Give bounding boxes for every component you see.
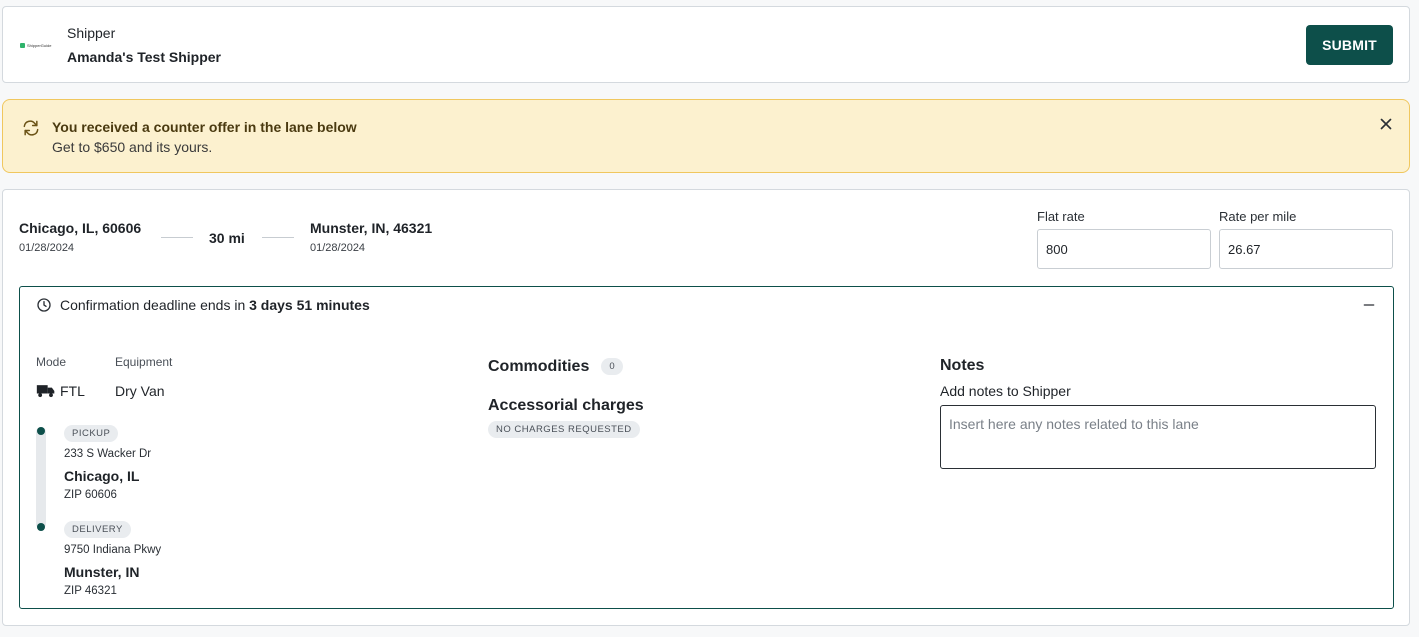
commodities-count-badge: 0 (601, 358, 623, 375)
accessorial-title: Accessorial charges (488, 397, 644, 414)
notes-title: Notes (940, 357, 985, 374)
notes-textarea[interactable] (940, 405, 1376, 469)
stops-timeline (36, 427, 46, 529)
clock-icon (37, 298, 51, 312)
alert-title: You received a counter offer in the lane… (52, 119, 357, 135)
delivery-dot (37, 523, 45, 531)
equipment-label: Equipment (115, 355, 173, 369)
company-logo: ShipperGuide (20, 42, 60, 49)
pickup-dot (37, 427, 45, 435)
delivery-street: 9750 Indiana Pkwy (64, 544, 162, 556)
shipper-label: Shipper (67, 25, 116, 41)
close-icon[interactable] (1377, 115, 1395, 133)
deadline-prefix: Confirmation deadline ends in (60, 297, 250, 313)
confirmation-deadline: Confirmation deadline ends in 3 days 51 … (60, 297, 370, 313)
route-line-left (161, 237, 193, 238)
rate-per-mile-input[interactable] (1219, 229, 1393, 269)
alert-message: Get to $650 and its yours. (52, 139, 213, 155)
origin-date: 01/28/2024 (19, 242, 75, 254)
truck-icon (36, 385, 55, 398)
pickup-tag: PICKUP (64, 425, 119, 442)
origin-city: Chicago, IL, 60606 (19, 220, 142, 236)
delivery-zip: ZIP 46321 (64, 585, 117, 597)
shipper-name: Amanda's Test Shipper (67, 49, 221, 65)
counter-offer-alert: You received a counter offer in the lane… (2, 99, 1410, 173)
flat-rate-input[interactable] (1037, 229, 1211, 269)
destination-city: Munster, IN, 46321 (310, 220, 433, 236)
equipment-value: Dry Van (115, 383, 165, 399)
arrows-exchange-icon (23, 120, 39, 136)
delivery-tag: DELIVERY (64, 521, 131, 538)
lane-card: Chicago, IL, 60606 01/28/2024 30 mi Muns… (2, 189, 1410, 626)
deadline-value: 3 days 51 minutes (249, 297, 370, 313)
mode-label: Mode (36, 355, 67, 369)
pickup-street: 233 S Wacker Dr (64, 448, 152, 460)
route-distance: 30 mi (209, 230, 245, 246)
shipper-header: ShipperGuide Shipper Amanda's Test Shipp… (2, 6, 1410, 83)
submit-button[interactable]: SUBMIT (1306, 25, 1393, 65)
route-line-right (262, 237, 294, 238)
collapse-minus-icon[interactable] (1361, 297, 1377, 313)
destination-date: 01/28/2024 (310, 242, 366, 254)
flat-rate-label: Flat rate (1037, 209, 1085, 224)
pickup-city: Chicago, IL (64, 468, 140, 484)
accessorial-status-tag: NO CHARGES REQUESTED (488, 421, 640, 438)
commodities-title: Commodities (488, 358, 590, 375)
pickup-zip: ZIP 60606 (64, 489, 117, 501)
rate-per-mile-label: Rate per mile (1219, 209, 1297, 224)
delivery-city: Munster, IN (64, 564, 140, 580)
notes-sublabel: Add notes to Shipper (940, 383, 1071, 399)
mode-value: FTL (60, 383, 85, 399)
lane-details-panel: Confirmation deadline ends in 3 days 51 … (19, 286, 1394, 609)
logo-text: ShipperGuide (27, 43, 52, 48)
logo-mark-icon (20, 43, 25, 48)
